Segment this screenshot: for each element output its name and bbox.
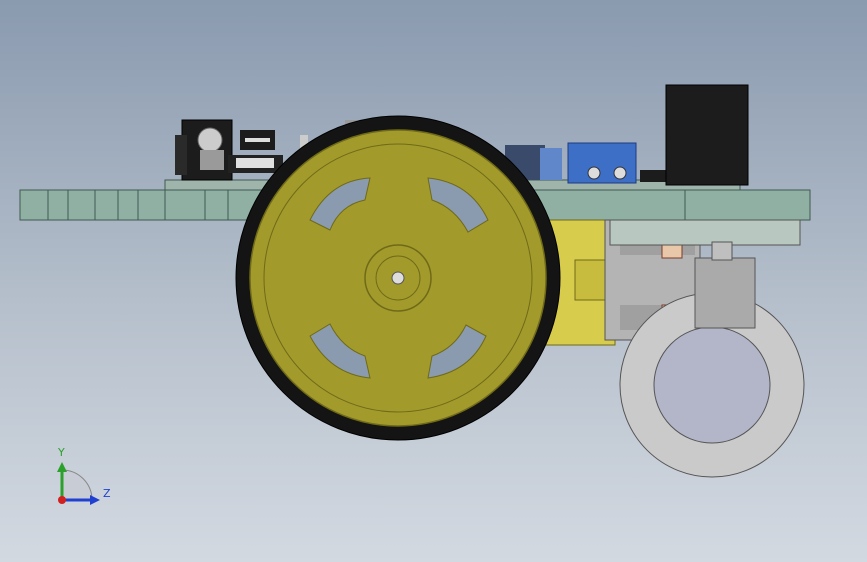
robot-car-model[interactable]: Y Z (0, 0, 867, 562)
x-axis-dot-icon (58, 496, 66, 504)
pcb-left[interactable] (164, 179, 276, 191)
z-axis-arrow-icon (90, 495, 100, 505)
coordinate-triad: Y Z (57, 446, 111, 505)
power-jack-module[interactable] (175, 119, 233, 181)
drive-wheel[interactable] (235, 115, 561, 441)
y-axis-arrow-icon (57, 462, 67, 472)
z-axis-label: Z (103, 487, 111, 500)
ic-chip[interactable] (228, 130, 283, 173)
y-axis-label: Y (57, 446, 65, 459)
model-viewport[interactable]: Y Z (0, 0, 867, 562)
battery-box[interactable] (665, 84, 749, 186)
motor-mount (609, 219, 801, 246)
